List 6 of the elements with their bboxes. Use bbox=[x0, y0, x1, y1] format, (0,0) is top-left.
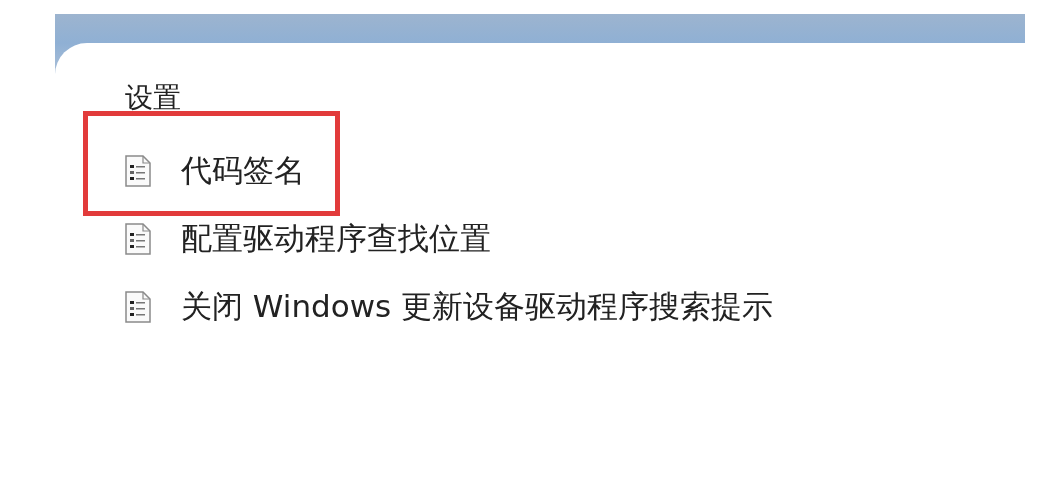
policy-item[interactable]: 代码签名 bbox=[83, 111, 340, 216]
policy-document-icon bbox=[125, 291, 151, 323]
policy-item[interactable]: 配置驱动程序查找位置 bbox=[120, 214, 496, 264]
policy-item[interactable]: 关闭 Windows 更新设备驱动程序搜索提示 bbox=[120, 282, 779, 332]
policy-document-icon bbox=[125, 223, 151, 255]
policy-document-icon bbox=[125, 155, 151, 187]
